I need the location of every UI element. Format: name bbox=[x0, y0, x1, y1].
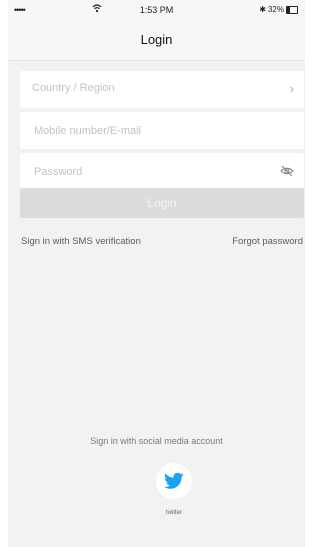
bluetooth-icon: ✱ bbox=[259, 5, 266, 14]
country-region-placeholder: Country / Region bbox=[32, 82, 115, 94]
battery-percent: 32% bbox=[267, 5, 284, 14]
country-region-field[interactable]: Country / Region › bbox=[20, 71, 304, 108]
forgot-password-link[interactable]: Forgot password bbox=[232, 236, 303, 247]
navigation-bar: Login bbox=[8, 20, 305, 61]
twitter-label: twitter bbox=[165, 510, 182, 516]
battery-status: ✱ 32% bbox=[259, 5, 298, 14]
login-button[interactable]: Login bbox=[20, 188, 304, 218]
chevron-right-icon: › bbox=[289, 81, 294, 96]
social-signin-label: Sign in with social media account bbox=[90, 436, 223, 446]
login-screen: ••••• 1:53 PM ✱ 32% Login Country / Regi… bbox=[8, 0, 305, 547]
page-title: Login bbox=[140, 32, 173, 47]
password-field[interactable] bbox=[20, 153, 304, 190]
account-input[interactable] bbox=[32, 120, 266, 142]
account-field[interactable] bbox=[20, 112, 304, 149]
password-input[interactable] bbox=[32, 161, 266, 183]
eye-off-icon[interactable] bbox=[280, 164, 294, 178]
status-bar: ••••• 1:53 PM ✱ 32% bbox=[8, 0, 305, 20]
battery-icon bbox=[286, 5, 298, 14]
sms-signin-link[interactable]: Sign in with SMS verification bbox=[21, 236, 141, 247]
battery-fill bbox=[287, 6, 291, 13]
twitter-bird-icon bbox=[164, 472, 184, 489]
twitter-login-button[interactable] bbox=[156, 463, 192, 499]
